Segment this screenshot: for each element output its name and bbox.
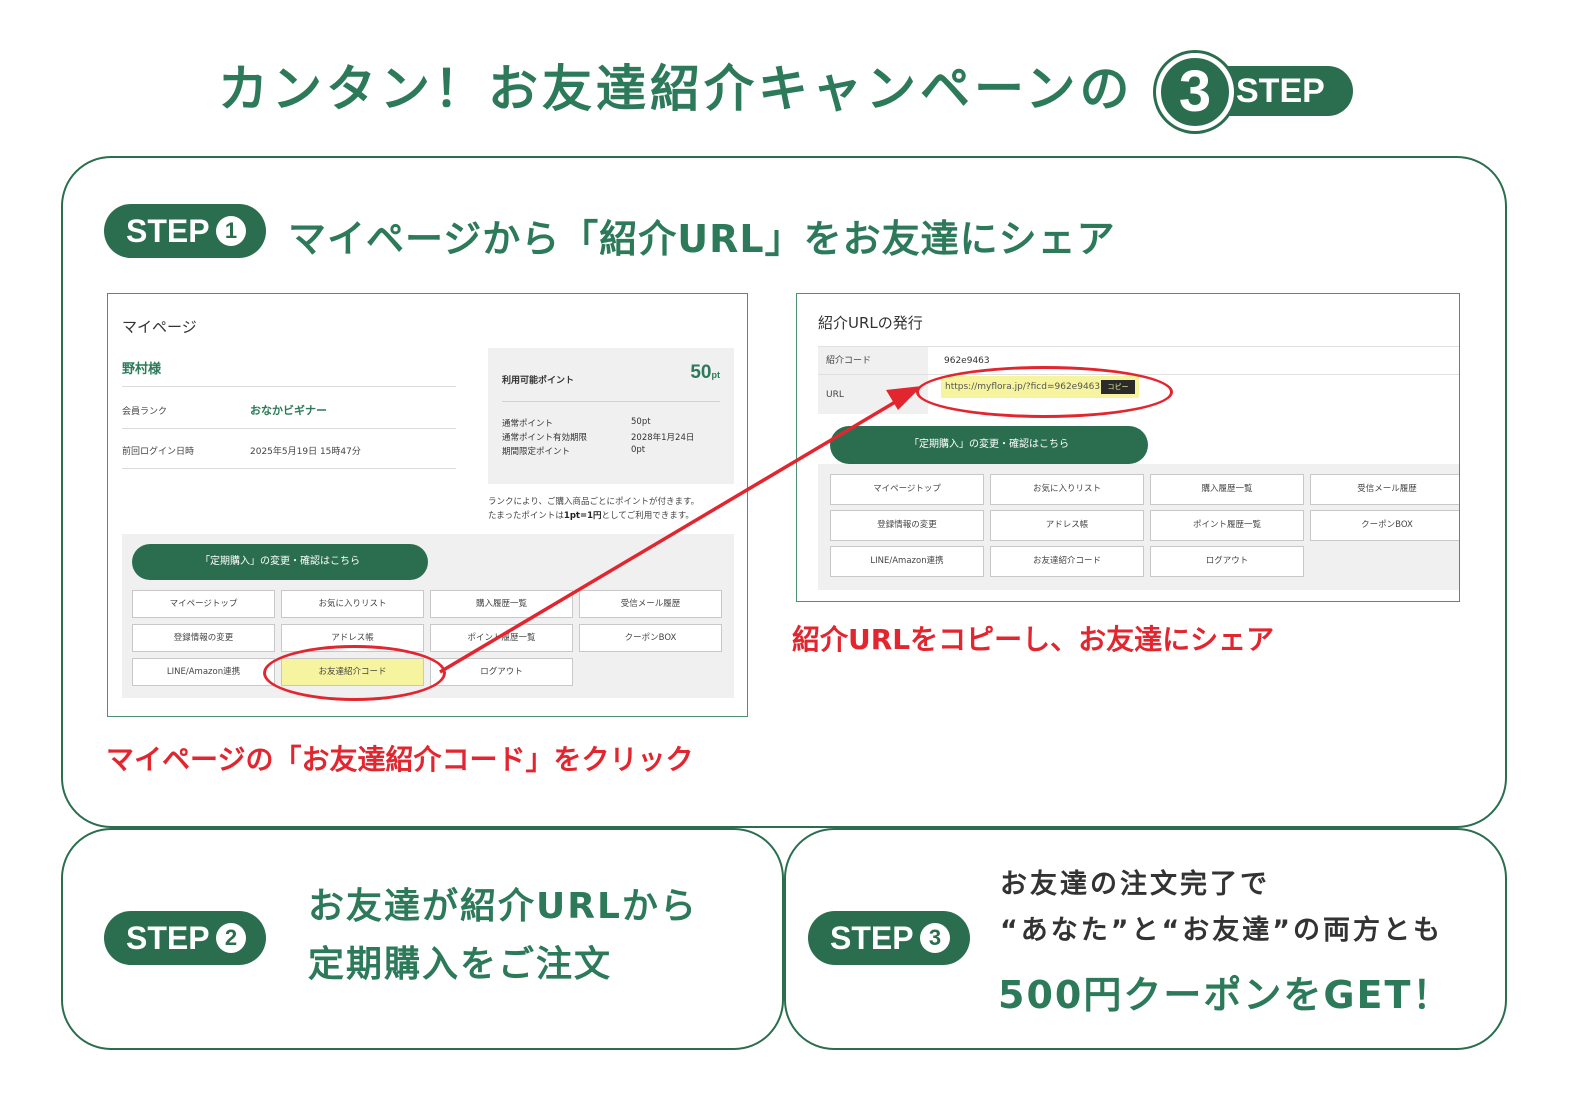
step3-badge: STEP 3: [808, 911, 970, 965]
arrow-head: [886, 386, 922, 410]
step2-line1: お友達が紹介URLから: [308, 886, 698, 927]
step2-line2: 定期購入をご注文: [308, 944, 613, 985]
step3-badge-number: 3: [920, 923, 950, 953]
step2-badge-label: STEP: [126, 920, 210, 956]
step2-badge: STEP 2: [104, 911, 266, 965]
step2-text: お友達が紹介URLから 定期購入をご注文: [308, 878, 698, 994]
step3-badge-label: STEP: [830, 920, 914, 956]
step3-line1: お友達の注文完了で: [1000, 869, 1270, 900]
step3-line3: 500円クーポンをGET！: [998, 973, 1453, 1017]
step3-line2: “あなた”と“お友達”の両方とも: [1000, 915, 1443, 946]
step2-badge-number: 2: [216, 923, 246, 953]
arrow-line: [439, 396, 903, 674]
